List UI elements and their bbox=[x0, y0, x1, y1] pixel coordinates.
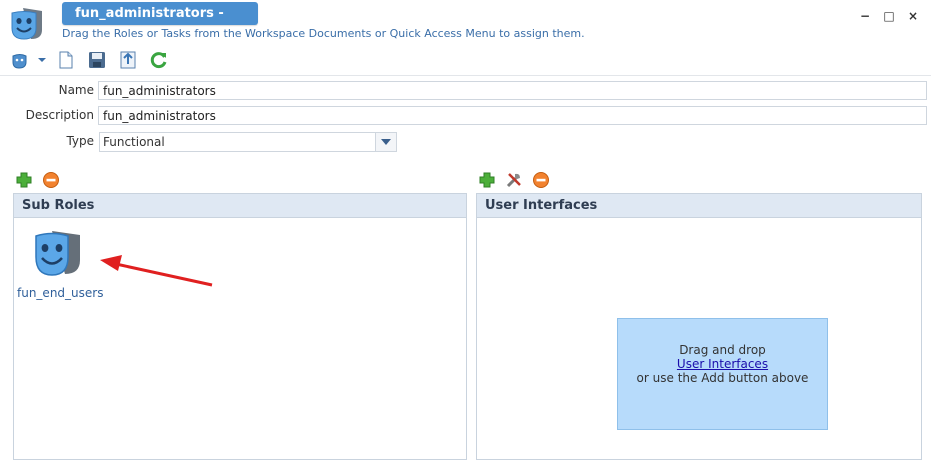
remove-sub-role-icon[interactable] bbox=[42, 171, 60, 189]
role-menu-icon[interactable] bbox=[10, 50, 30, 70]
role-mask-icon bbox=[11, 8, 42, 40]
save-icon[interactable] bbox=[87, 50, 107, 70]
user-interfaces-header: User Interfaces bbox=[477, 194, 921, 218]
sub-role-item-icon[interactable] bbox=[34, 228, 82, 278]
ui-drop-zone[interactable]: Drag and drop User Interfaces or use the… bbox=[617, 318, 828, 430]
tools-icon[interactable] bbox=[505, 171, 523, 189]
sub-role-item-label[interactable]: fun_end_users bbox=[17, 286, 103, 300]
minimize-button[interactable]: − bbox=[858, 9, 872, 23]
type-select-value: Functional bbox=[103, 135, 165, 149]
description-field[interactable] bbox=[98, 106, 927, 125]
type-label: Type bbox=[66, 134, 94, 148]
new-document-icon[interactable] bbox=[56, 50, 76, 70]
description-label: Description bbox=[25, 108, 94, 122]
chevron-down-icon[interactable] bbox=[37, 56, 47, 64]
export-icon[interactable] bbox=[118, 50, 138, 70]
close-button[interactable]: × bbox=[906, 9, 920, 23]
sub-roles-header: Sub Roles bbox=[14, 194, 466, 218]
maximize-button[interactable]: □ bbox=[882, 9, 896, 23]
add-user-interface-icon[interactable] bbox=[478, 171, 496, 189]
dropdown-arrow-icon[interactable] bbox=[375, 133, 396, 151]
add-sub-role-icon[interactable] bbox=[15, 171, 33, 189]
window-title: fun_administrators - Role bbox=[62, 2, 258, 44]
name-label: Name bbox=[58, 83, 94, 97]
name-field[interactable] bbox=[98, 81, 927, 100]
annotation-arrow bbox=[100, 255, 213, 287]
drop-alternative: or use the Add button above bbox=[636, 371, 809, 385]
user-interfaces-link[interactable]: User Interfaces bbox=[677, 357, 768, 371]
remove-user-interface-icon[interactable] bbox=[532, 171, 550, 189]
assign-hint-text: Drag the Roles or Tasks from the Workspa… bbox=[62, 27, 585, 40]
drop-instruction: Drag and drop bbox=[679, 343, 766, 357]
type-select[interactable]: Functional bbox=[99, 132, 397, 152]
refresh-icon[interactable] bbox=[149, 50, 169, 70]
